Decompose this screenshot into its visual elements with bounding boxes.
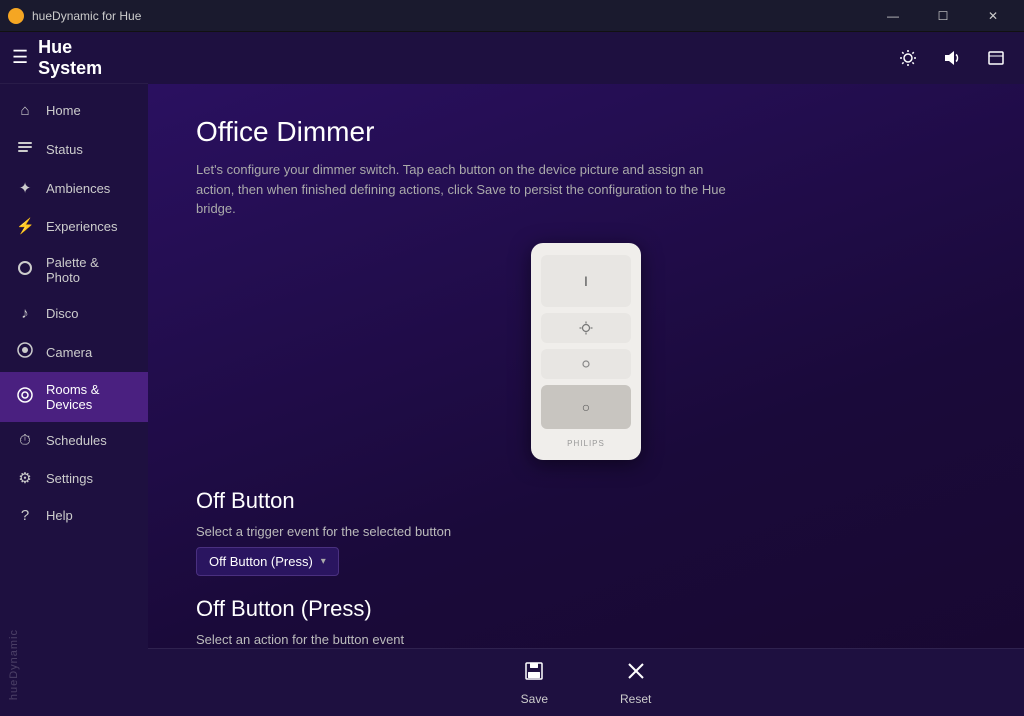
sidebar-item-schedules[interactable]: ⏱ Schedules — [0, 422, 148, 459]
app-icon — [8, 8, 24, 24]
sidebar-item-label: Experiences — [46, 219, 118, 234]
camera-icon — [16, 342, 34, 362]
device-container: I ○ — [196, 243, 976, 460]
volume-button[interactable] — [932, 38, 972, 78]
sidebar-title: Hue System — [38, 37, 136, 79]
palette-icon — [16, 260, 34, 280]
schedules-icon: ⏱ — [16, 432, 34, 449]
chevron-down-icon: ▾ — [321, 556, 326, 567]
ambiences-icon: ✦ — [16, 179, 34, 197]
sidebar-nav: ⌂ Home Status ✦ Ambiences ⚡ Experiences — [0, 84, 148, 621]
sidebar-watermark: hueDynamic — [0, 621, 148, 708]
sidebar-item-label: Rooms & Devices — [46, 382, 132, 412]
sidebar-item-help[interactable]: ? Help — [0, 497, 148, 534]
main-header-row — [148, 32, 1024, 84]
maximize-button[interactable]: ☐ — [920, 0, 966, 32]
titlebar-left: hueDynamic for Hue — [8, 8, 141, 24]
topbar-right — [888, 38, 1024, 78]
sidebar: ☰ Hue System ⌂ Home Status ✦ Ambiences ⚡… — [0, 32, 148, 716]
bottom-toolbar: Save Reset — [148, 648, 1024, 716]
sidebar-header: ☰ Hue System — [0, 32, 148, 84]
sidebar-item-disco[interactable]: ♪ Disco — [0, 295, 148, 332]
reset-icon — [625, 660, 647, 688]
sidebar-item-experiences[interactable]: ⚡ Experiences — [0, 207, 148, 245]
sidebar-item-rooms[interactable]: Rooms & Devices — [0, 372, 148, 422]
window-controls: — ☐ ✕ — [870, 0, 1016, 32]
titlebar: hueDynamic for Hue — ☐ ✕ — [0, 0, 1024, 32]
disco-icon: ♪ — [16, 305, 34, 322]
home-icon: ⌂ — [16, 102, 34, 119]
sidebar-item-label: Ambiences — [46, 181, 110, 196]
dimmer-on-button[interactable]: I — [541, 255, 631, 307]
trigger-dropdown[interactable]: Off Button (Press) ▾ — [196, 547, 339, 576]
sidebar-item-label: Camera — [46, 345, 92, 360]
sidebar-item-label: Status — [46, 142, 83, 157]
help-icon: ? — [16, 507, 34, 524]
experiences-icon: ⚡ — [16, 217, 34, 235]
app-container: ☰ Hue System ⌂ Home Status ✦ Ambiences ⚡… — [0, 32, 1024, 716]
trigger-dropdown-value: Off Button (Press) — [209, 554, 313, 569]
sidebar-item-camera[interactable]: Camera — [0, 332, 148, 372]
off-button-section: Off Button Select a trigger event for th… — [196, 488, 976, 596]
sidebar-item-label: Schedules — [46, 433, 107, 448]
action-label: Select an action for the button event — [196, 632, 976, 647]
titlebar-title: hueDynamic for Hue — [32, 9, 141, 23]
dimmer-brightness-down-button[interactable] — [541, 349, 631, 379]
sidebar-item-palette[interactable]: Palette & Photo — [0, 245, 148, 295]
settings-icon: ⚙ — [16, 469, 34, 487]
off-button-press-title: Off Button (Press) — [196, 596, 976, 622]
window-mode-button[interactable] — [976, 38, 1016, 78]
minimize-button[interactable]: — — [870, 0, 916, 32]
save-button[interactable]: Save — [509, 656, 560, 710]
brightness-button[interactable] — [888, 38, 928, 78]
status-icon — [16, 139, 34, 159]
dimmer-brand-label: PHILIPS — [541, 439, 631, 448]
sidebar-item-label: Disco — [46, 306, 79, 321]
save-icon — [523, 660, 545, 688]
reset-label: Reset — [620, 692, 651, 706]
dimmer-off-button[interactable]: ○ — [541, 385, 631, 429]
sidebar-item-label: Help — [46, 508, 73, 523]
page-title: Office Dimmer — [196, 116, 976, 148]
sidebar-item-status[interactable]: Status — [0, 129, 148, 169]
main-content: Office Dimmer Let's configure your dimme… — [148, 84, 1024, 716]
reset-button[interactable]: Reset — [608, 656, 663, 710]
save-label: Save — [521, 692, 548, 706]
page-description: Let's configure your dimmer switch. Tap … — [196, 160, 736, 219]
dimmer-switch: I ○ — [531, 243, 641, 460]
close-button[interactable]: ✕ — [970, 0, 1016, 32]
rooms-icon — [16, 387, 34, 407]
trigger-label: Select a trigger event for the selected … — [196, 524, 976, 539]
sidebar-item-label: Settings — [46, 471, 93, 486]
sidebar-item-home[interactable]: ⌂ Home — [0, 92, 148, 129]
hamburger-icon[interactable]: ☰ — [12, 47, 28, 68]
dimmer-brightness-up-button[interactable] — [541, 313, 631, 343]
sidebar-item-settings[interactable]: ⚙ Settings — [0, 459, 148, 497]
sidebar-item-ambiences[interactable]: ✦ Ambiences — [0, 169, 148, 207]
sidebar-item-label: Palette & Photo — [46, 255, 132, 285]
sidebar-item-label: Home — [46, 103, 81, 118]
off-button-title: Off Button — [196, 488, 976, 514]
